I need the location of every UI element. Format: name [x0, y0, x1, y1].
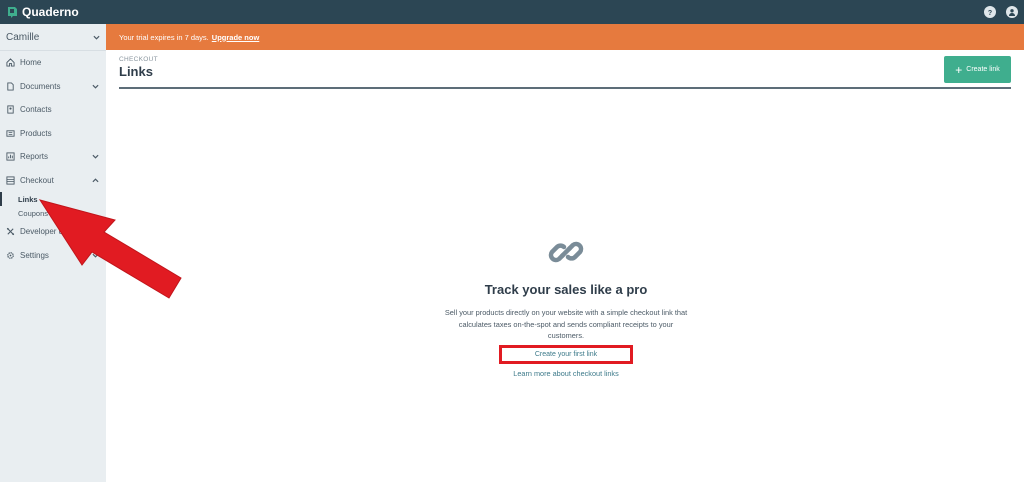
sidebar: Camille Home Documents Contacts Products… [0, 24, 106, 482]
sidebar-item-checkout[interactable]: Checkout [0, 169, 106, 193]
chevron-down-icon [92, 155, 99, 159]
sidebar-item-developer-docs[interactable]: Developer docs [0, 220, 106, 244]
account-name: Camille [6, 31, 40, 43]
sidebar-item-label: Contacts [20, 105, 52, 115]
sidebar-item-label: Developer docs [20, 227, 76, 237]
app-logo[interactable]: Quaderno [6, 5, 79, 19]
create-first-link-button[interactable]: Create your first link [499, 344, 633, 364]
chevron-down-icon [92, 84, 99, 89]
sidebar-item-home[interactable]: Home [0, 51, 106, 75]
sidebar-item-reports[interactable]: Reports [0, 145, 106, 169]
gear-icon [7, 251, 14, 259]
upgrade-link[interactable]: Upgrade now [212, 33, 260, 42]
chain-link-icon [548, 241, 584, 263]
page-title: Links [119, 64, 153, 79]
sidebar-nav: Home Documents Contacts Products Reports… [0, 51, 106, 267]
trial-banner-text: Your trial expires in 7 days. [119, 32, 209, 42]
create-link-label: Create link [966, 66, 1000, 73]
breadcrumb[interactable]: CHECKOUT [119, 56, 1011, 63]
reports-icon [6, 152, 15, 161]
products-icon [6, 130, 15, 137]
page-header: CHECKOUT Links + Create link [119, 56, 1011, 89]
trial-banner: Your trial expires in 7 days. Upgrade no… [106, 24, 1024, 50]
plus-icon: + [955, 62, 963, 77]
document-icon [7, 82, 14, 91]
app-name: Quaderno [22, 5, 79, 19]
sidebar-item-label: Reports [20, 152, 49, 162]
sidebar-item-label: Products [20, 128, 52, 138]
learn-more-link[interactable]: Learn more about checkout links [420, 369, 712, 378]
sidebar-item-label: Documents [20, 81, 61, 91]
sidebar-subitem-coupons[interactable]: Coupons [0, 206, 106, 220]
top-bar: Quaderno ? [0, 0, 1024, 24]
svg-text:?: ? [988, 10, 992, 16]
checkout-icon [6, 176, 15, 185]
create-link-button[interactable]: + Create link [944, 56, 1011, 83]
question-icon[interactable]: ? [984, 6, 996, 18]
sidebar-item-documents[interactable]: Documents [0, 75, 106, 99]
chevron-down-icon [92, 253, 99, 258]
contacts-icon [7, 105, 14, 114]
developer-icon [6, 228, 15, 236]
sidebar-item-label: Checkout [20, 175, 54, 185]
sidebar-item-settings[interactable]: Settings [0, 244, 106, 268]
quaderno-logo-icon [8, 6, 17, 18]
sidebar-item-contacts[interactable]: Contacts [0, 98, 106, 122]
sidebar-item-label: Settings [20, 250, 49, 260]
sidebar-item-label: Home [20, 58, 42, 68]
empty-state-title: Track your sales like a pro [484, 282, 648, 297]
user-icon[interactable] [1006, 6, 1018, 18]
account-switcher[interactable]: Camille [0, 24, 106, 51]
sidebar-item-products[interactable]: Products [0, 122, 106, 146]
chevron-down-icon [93, 35, 100, 40]
sidebar-subitem-links[interactable]: Links [0, 192, 106, 206]
chevron-up-icon [92, 178, 99, 182]
empty-state: Track your sales like a pro Sell your pr… [420, 232, 712, 378]
empty-state-description: Sell your products directly on your webs… [444, 308, 688, 340]
home-icon [6, 58, 15, 67]
